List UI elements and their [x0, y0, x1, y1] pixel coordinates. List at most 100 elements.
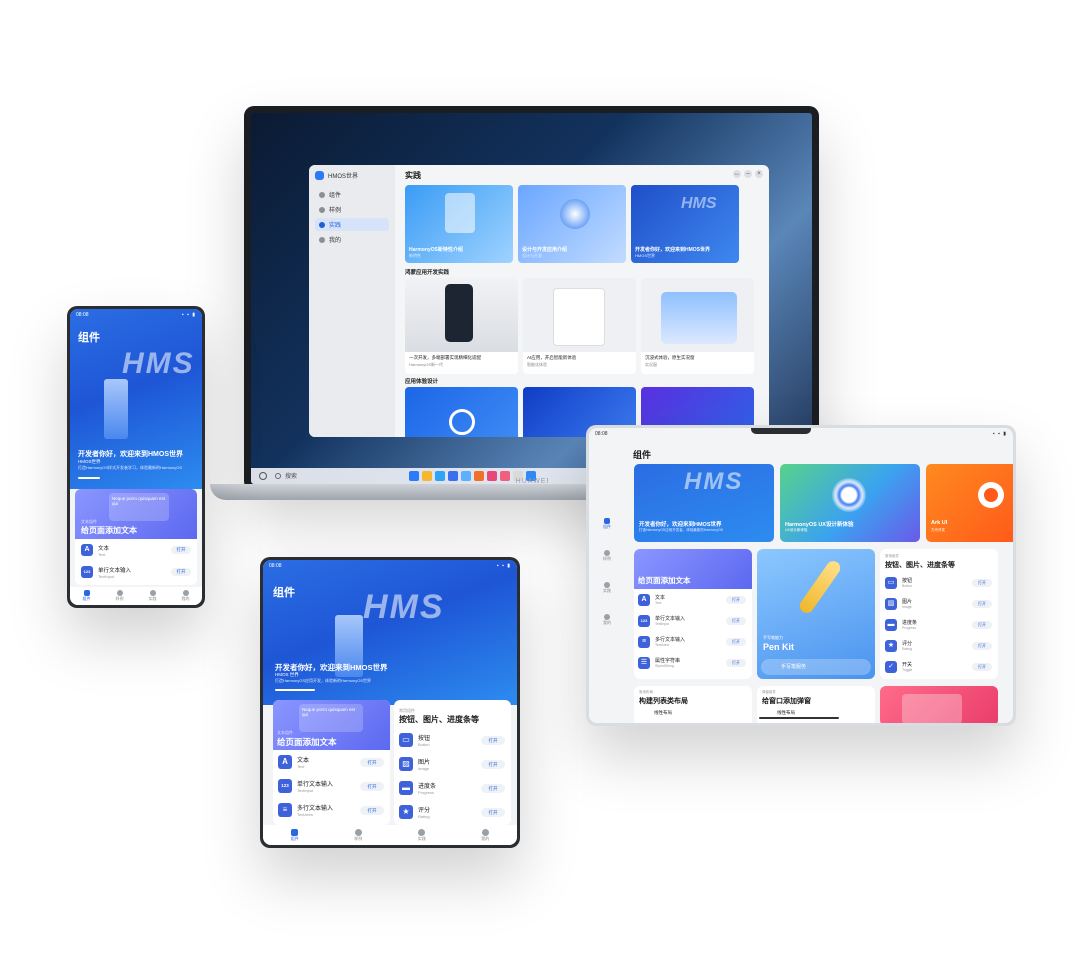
item-name: 进度条: [418, 784, 437, 790]
hms-logo: HMS: [681, 195, 717, 212]
tab-mine[interactable]: 我的: [603, 614, 611, 626]
banner-sub: 打造HarmonyOS应用开发者，体验最新的HarmonyOS: [639, 528, 724, 532]
list-item[interactable]: ✓ 开关 Toggle 打开: [880, 656, 998, 677]
sidebar-item-components[interactable]: 组件: [315, 188, 389, 201]
foldable-device: 08:08 ▪ ▪ ▮ 组件 HMS 开发者你好，欢迎来到HMOS世界 HMOS…: [260, 557, 520, 848]
tab-practice[interactable]: 实践: [418, 828, 426, 842]
list-item[interactable]: 123 单行文本输入 TextInput 打开: [75, 561, 197, 583]
tab-label: 样例: [354, 835, 363, 841]
tab-practice[interactable]: 实践: [603, 582, 611, 594]
list-item[interactable]: ▬ 进度条 Progress 打开: [394, 776, 511, 800]
pen-service-button[interactable]: 手写笔服务: [761, 659, 871, 675]
open-button[interactable]: 打开: [972, 662, 992, 671]
close-button[interactable]: ×: [755, 170, 763, 178]
open-button[interactable]: 打开: [360, 757, 384, 767]
open-button[interactable]: 打开: [481, 735, 505, 745]
open-button[interactable]: 打开: [972, 599, 992, 608]
banner-card[interactable]: HarmonyOS UX设计新体验 UX设计新体验: [780, 464, 920, 542]
list-item[interactable]: ★ 评分 Rating 打开: [394, 800, 511, 824]
resize-button[interactable]: ↔: [733, 170, 741, 178]
app-store-icon[interactable]: [409, 471, 419, 481]
tab-components[interactable]: 组件: [603, 518, 611, 530]
open-button[interactable]: 打开: [481, 783, 505, 793]
banner-card[interactable]: HMS 开发者你好，欢迎来到HMOS世界 打造HarmonyOS应用开发者，体验…: [634, 464, 774, 542]
list-item[interactable]: ▨ 图片 Image 打开: [880, 593, 998, 614]
practice-card[interactable]: 沉浸式体验，原生实况窗 实况窗: [641, 278, 754, 374]
taskbar-search[interactable]: 搜索: [259, 471, 297, 480]
text-icon: A: [278, 755, 292, 769]
list-item[interactable]: 123 单行文本输入 TextInput 打开: [634, 610, 752, 631]
textinput-icon: 123: [638, 614, 650, 627]
banner-sub: 方舟开发: [931, 528, 945, 532]
text-component-card[interactable]: Neque porro quisquam est qui 文本组件 给页面添加文…: [273, 700, 390, 825]
open-button[interactable]: 打开: [171, 546, 191, 554]
open-button[interactable]: 打开: [360, 781, 384, 791]
open-button[interactable]: 打开: [726, 658, 746, 667]
open-button[interactable]: 打开: [726, 637, 746, 646]
pen-kit-card[interactable]: 手写笔能力 Pen Kit 手写笔服务: [757, 549, 875, 679]
list-item[interactable]: ≡ 多行文本输入 TextArea 打开: [634, 631, 752, 652]
practice-card[interactable]: AI应用，开启智能新体验 智能化体验: [523, 278, 636, 374]
list-item[interactable]: ☰ 属性字符串 StyledString 打开: [634, 652, 752, 673]
tab-components[interactable]: 组件: [83, 590, 91, 602]
sidebar-item-mine[interactable]: 我的: [315, 233, 389, 246]
tab-samples[interactable]: 样例: [354, 828, 363, 842]
open-button[interactable]: 打开: [726, 616, 746, 625]
open-button[interactable]: 打开: [972, 578, 992, 587]
list-item[interactable]: ≡ 多行文本输入 TextArea 打开: [273, 798, 390, 822]
open-button[interactable]: 打开: [360, 805, 384, 815]
open-button[interactable]: 打开: [726, 595, 746, 604]
folder-icon[interactable]: [422, 471, 432, 481]
banner-card[interactable]: Ark UI 方舟开发: [926, 464, 1013, 542]
basic-component-card[interactable]: 常用组件 按钮、图片、进度条等 ▭ 按钮 Button 打开 ▨ 图片 Image …: [880, 549, 998, 679]
hero-card[interactable]: HMS 开发者你好，欢迎来到HMOS世界 HMOS世界: [631, 185, 739, 263]
window-main: 实践 ↔ – × HarmonyOS新特性介绍 新特性 设计与开发应用介绍 设计…: [399, 165, 769, 437]
sidebar-item-practice[interactable]: 实践: [315, 218, 389, 231]
list-item[interactable]: 123 单行文本输入 TextInput 打开: [273, 774, 390, 798]
list-item[interactable]: ▨ 图片 Image 打开: [394, 752, 511, 776]
list-item[interactable]: A 文本 Text 打开: [634, 589, 752, 610]
design-card[interactable]: [405, 387, 518, 437]
tab-mine[interactable]: 我的: [481, 828, 489, 842]
music-icon[interactable]: [461, 471, 471, 481]
open-button[interactable]: 打开: [972, 620, 992, 629]
browser-icon[interactable]: [435, 471, 445, 481]
tab-label: 样例: [115, 596, 124, 601]
list-item[interactable]: ▭ 按钮 Button 打开: [394, 728, 511, 752]
notes-icon[interactable]: [474, 471, 484, 481]
sidebar-item-samples[interactable]: 样例: [315, 203, 389, 216]
status-time: 08:08: [76, 312, 89, 318]
open-button[interactable]: 打开: [481, 759, 505, 769]
open-button[interactable]: 打开: [481, 807, 505, 817]
item-name: 评分: [418, 808, 431, 814]
list-item[interactable]: A 文本 Text 打开: [75, 539, 197, 561]
promo-card[interactable]: [880, 686, 998, 723]
open-button[interactable]: 打开: [972, 641, 992, 650]
list-item[interactable]: ★ 评分 Rating 打开: [880, 635, 998, 656]
open-button[interactable]: 打开: [171, 568, 191, 576]
tab-samples[interactable]: 样例: [116, 590, 124, 602]
list-item[interactable]: ▬ 进度条 Progress 打开: [880, 614, 998, 635]
calendar-icon[interactable]: [448, 471, 458, 481]
text-component-card[interactable]: Neque porro quisquam est qui 文本组件 给页面添加文…: [75, 489, 197, 585]
home-indicator: [759, 717, 839, 719]
hero-card[interactable]: 设计与开发应用介绍 设计与开发: [518, 185, 626, 263]
tab-mine[interactable]: 我的: [182, 590, 190, 602]
item-en: Button: [418, 742, 430, 747]
minimize-button[interactable]: –: [744, 170, 752, 178]
video-icon[interactable]: [500, 471, 510, 481]
list-item[interactable]: A 文本 Text 打开: [273, 750, 390, 774]
list-item[interactable]: ▭ 按钮 Button 打开: [880, 572, 998, 593]
layout-card[interactable]: 常用布局 构建列表类布局 线性布局: [634, 686, 752, 723]
tab-samples[interactable]: 样例: [603, 550, 611, 562]
tab-components[interactable]: 组件: [291, 828, 299, 842]
text-icon: A: [81, 544, 93, 556]
user-icon: [319, 236, 325, 243]
gallery-icon[interactable]: [487, 471, 497, 481]
tab-practice[interactable]: 实践: [149, 590, 157, 602]
practice-card[interactable]: 一次开发，多端部署实现精细化适配 HarmonyOS新一代: [405, 278, 518, 374]
hero-card[interactable]: HarmonyOS新特性介绍 新特性: [405, 185, 513, 263]
text-component-card[interactable]: 给页面添加文本 A 文本 Text 打开 123 单行文本输入 TextInput …: [634, 549, 752, 679]
launcher-icon[interactable]: [259, 471, 267, 480]
basic-component-card[interactable]: 常用组件 按钮、图片、进度条等 ▭ 按钮 Button 打开 ▨ 图片 Image …: [394, 700, 511, 825]
